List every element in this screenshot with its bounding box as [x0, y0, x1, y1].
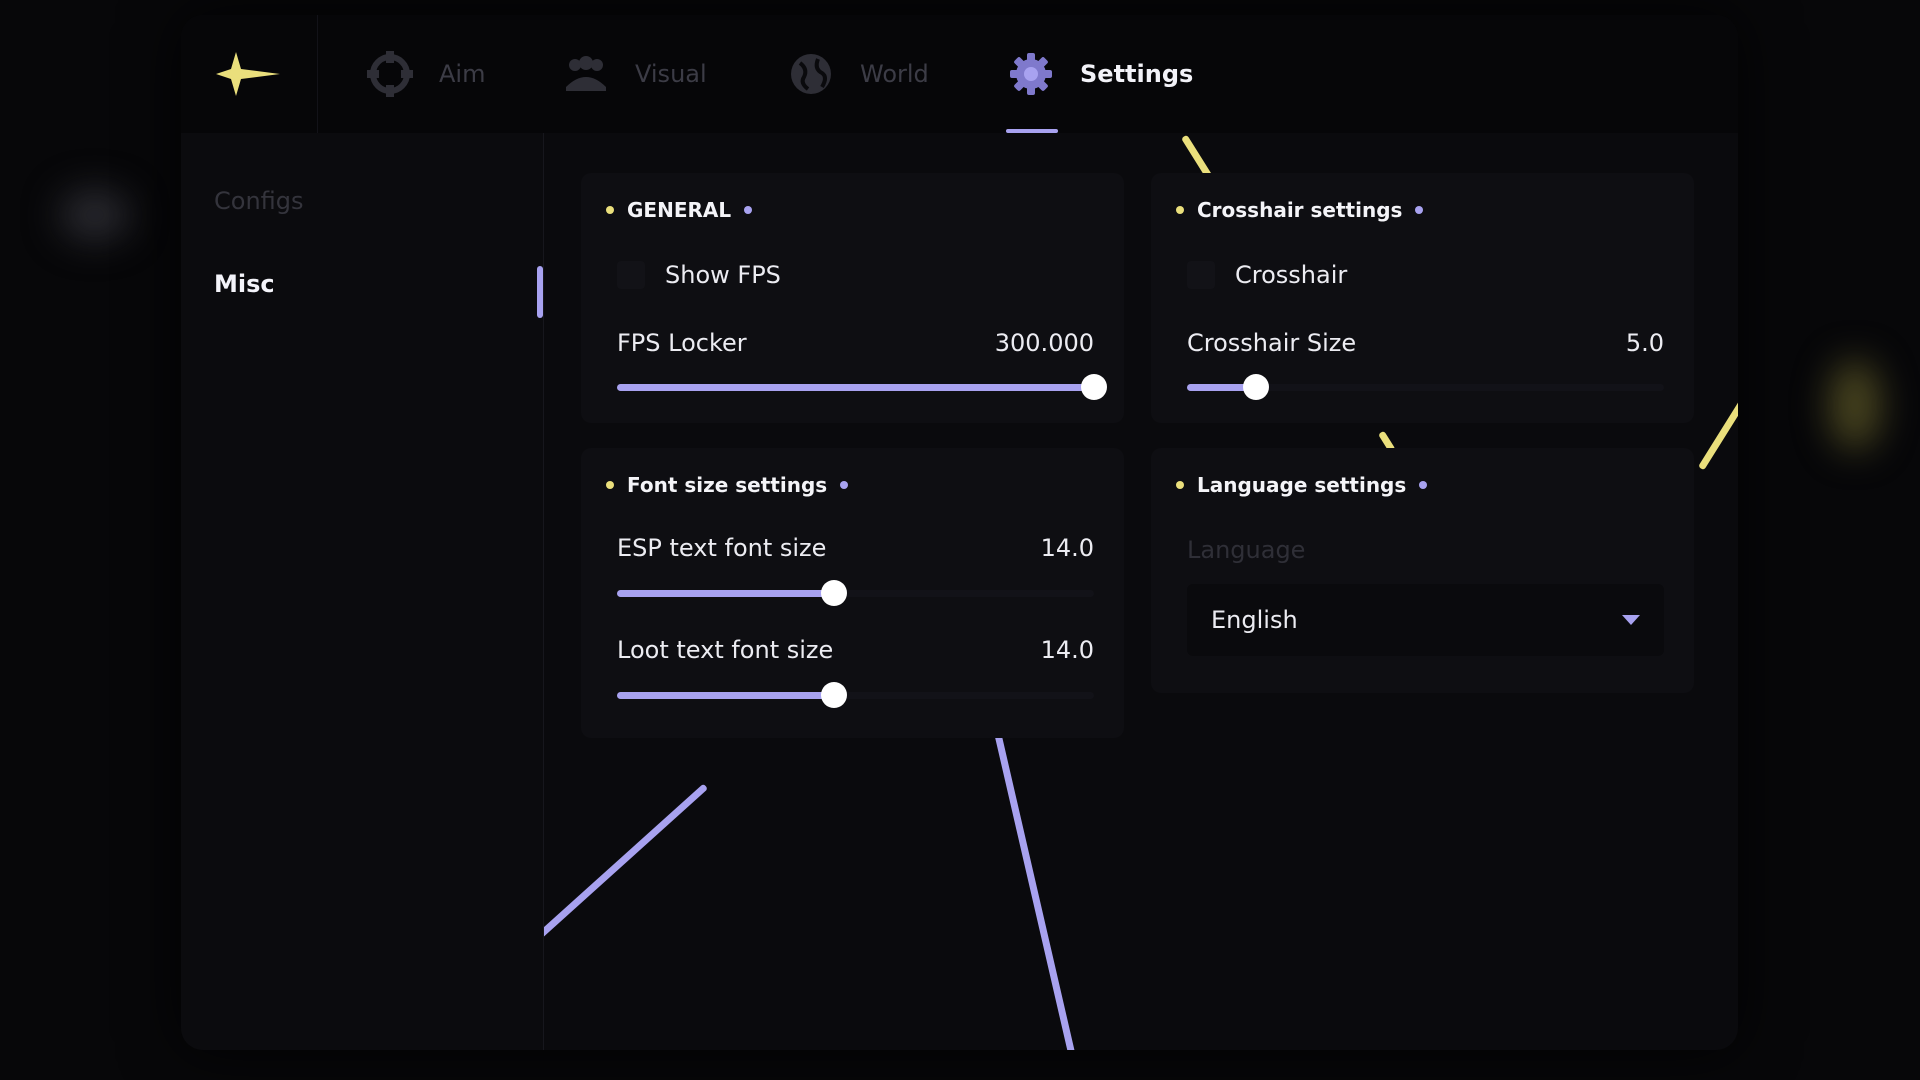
esp-font-size-label: ESP text font size	[617, 534, 827, 562]
active-sidebar-indicator	[537, 266, 543, 318]
slider-fill	[617, 384, 1094, 391]
panel-font-size: Font size settings ESP text font size 14…	[581, 448, 1124, 738]
logo	[181, 15, 318, 133]
purple-dot-icon	[1419, 481, 1428, 489]
crosshair-icon	[367, 51, 413, 97]
language-field-label: Language	[1187, 536, 1306, 564]
slider-knob[interactable]	[821, 580, 848, 606]
sidebar-item-misc[interactable]: Misc	[214, 270, 275, 298]
purple-dot-icon	[1415, 206, 1424, 214]
tab-settings[interactable]: Settings	[1008, 49, 1193, 99]
active-tab-indicator	[1006, 129, 1058, 133]
gear-icon	[1008, 51, 1054, 97]
slider-knob[interactable]	[1081, 374, 1107, 400]
users-icon	[563, 51, 609, 97]
panel-crosshair: Crosshair settings Crosshair Crosshair S…	[1151, 173, 1694, 423]
show-fps-checkbox[interactable]: Show FPS	[617, 261, 781, 289]
purple-dot-icon	[840, 481, 849, 489]
fps-locker-value: 300.000	[994, 329, 1094, 357]
tab-visual-label: Visual	[635, 60, 707, 88]
panel-title: Crosshair settings	[1176, 195, 1424, 225]
loot-font-size-value: 14.0	[1040, 636, 1094, 664]
checkbox-box[interactable]	[617, 261, 645, 289]
yellow-dot-icon	[1176, 206, 1184, 214]
esp-font-size-slider[interactable]	[617, 580, 1094, 606]
fps-locker-label: FPS Locker	[617, 329, 747, 357]
slider-fill	[617, 590, 835, 597]
crosshair-size-label: Crosshair Size	[1187, 329, 1357, 357]
top-navigation-bar: Aim Visual World Settings	[181, 15, 1738, 133]
settings-window: Aim Visual World Settings Configs Misc G…	[181, 15, 1738, 1050]
tab-settings-label: Settings	[1080, 60, 1194, 88]
panel-language-title: Language settings	[1197, 473, 1407, 497]
fps-locker-slider[interactable]	[617, 374, 1107, 400]
panel-language: Language settings Language English	[1151, 448, 1694, 693]
tab-aim[interactable]: Aim	[367, 49, 485, 99]
panel-title: GENERAL	[606, 195, 753, 225]
panel-font-size-title: Font size settings	[627, 473, 828, 497]
slider-fill	[617, 692, 835, 699]
purple-dot-icon	[744, 206, 753, 214]
yellow-dot-icon	[606, 206, 614, 214]
checkbox-box[interactable]	[1187, 261, 1215, 289]
panel-title: Font size settings	[606, 470, 849, 500]
tab-world[interactable]: World	[788, 49, 929, 99]
sidebar: Configs Misc	[181, 133, 544, 1050]
chevron-down-icon	[1622, 615, 1640, 625]
tab-world-label: World	[860, 60, 929, 88]
tab-aim-label: Aim	[439, 60, 486, 88]
language-dropdown[interactable]: English	[1187, 584, 1664, 656]
panel-general-title: GENERAL	[627, 198, 732, 222]
crosshair-size-slider[interactable]	[1187, 374, 1664, 400]
yellow-dot-icon	[606, 481, 614, 489]
esp-font-size-value: 14.0	[1040, 534, 1094, 562]
loot-font-size-label: Loot text font size	[617, 636, 834, 664]
background-glow	[1830, 360, 1880, 450]
show-fps-label: Show FPS	[665, 261, 781, 289]
panel-general: GENERAL Show FPS FPS Locker 300.000	[581, 173, 1124, 423]
sidebar-item-configs[interactable]: Configs	[214, 187, 304, 215]
crosshair-size-value: 5.0	[1625, 329, 1664, 357]
panel-title: Language settings	[1176, 470, 1428, 500]
language-selected-value: English	[1211, 606, 1298, 634]
background-glow	[60, 190, 130, 240]
globe-icon	[788, 51, 834, 97]
slider-knob[interactable]	[1243, 374, 1270, 400]
slider-knob[interactable]	[821, 682, 848, 708]
crosshair-label: Crosshair	[1235, 261, 1348, 289]
decorative-line	[994, 733, 1076, 1050]
tab-visual[interactable]: Visual	[563, 49, 707, 99]
decorative-line	[1698, 398, 1738, 471]
star-logo-icon	[216, 52, 280, 96]
yellow-dot-icon	[1176, 481, 1184, 489]
loot-font-size-slider[interactable]	[617, 682, 1094, 708]
panel-crosshair-title: Crosshair settings	[1197, 198, 1403, 222]
crosshair-checkbox[interactable]: Crosshair	[1187, 261, 1347, 289]
